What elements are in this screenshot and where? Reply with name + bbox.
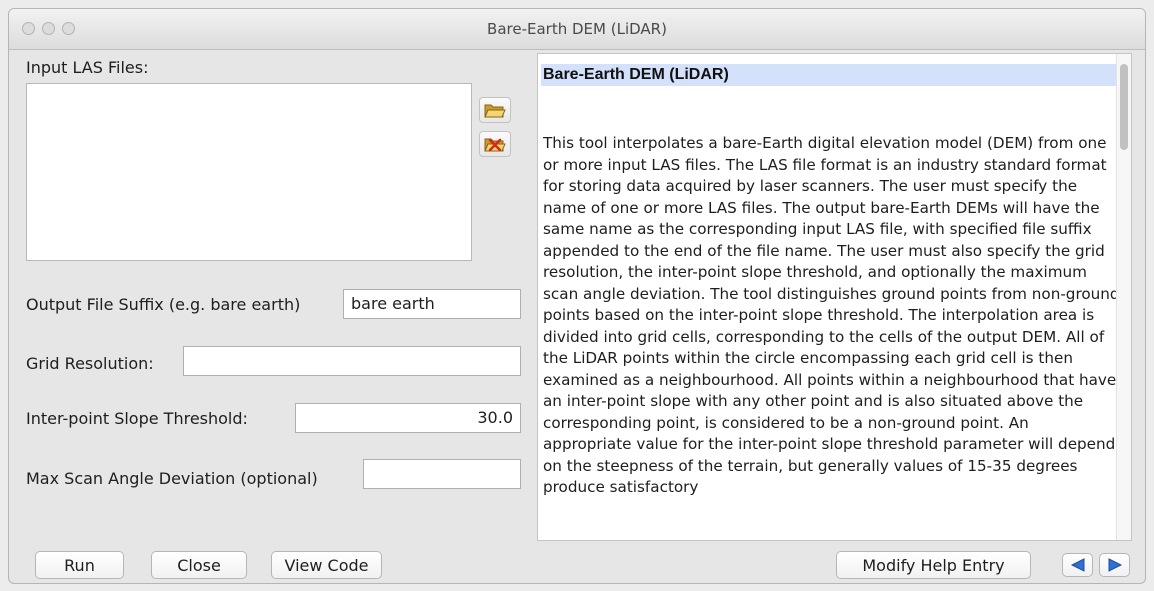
run-button[interactable]: Run bbox=[35, 551, 124, 579]
tool-dialog-window: Bare-Earth DEM (LiDAR) Input LAS Files: … bbox=[8, 8, 1146, 584]
arrow-left-icon bbox=[1070, 558, 1084, 572]
help-panel: Bare-Earth DEM (LiDAR) This tool interpo… bbox=[537, 53, 1132, 541]
slope-threshold-label: Inter-point Slope Threshold: bbox=[26, 409, 248, 428]
output-suffix-label: Output File Suffix (e.g. bare earth) bbox=[26, 295, 301, 314]
folder-remove-icon bbox=[484, 138, 506, 152]
output-suffix-field[interactable]: bare earth bbox=[343, 289, 521, 319]
scan-angle-field[interactable] bbox=[363, 459, 521, 489]
arrow-right-icon bbox=[1108, 558, 1122, 572]
next-help-button[interactable] bbox=[1099, 553, 1130, 577]
help-title: Bare-Earth DEM (LiDAR) bbox=[541, 64, 1126, 86]
input-las-files-list[interactable] bbox=[26, 83, 472, 261]
input-las-files-label: Input LAS Files: bbox=[26, 58, 149, 77]
grid-resolution-field[interactable] bbox=[183, 346, 521, 376]
help-scrollbar-thumb[interactable] bbox=[1120, 64, 1128, 150]
slope-threshold-field[interactable]: 30.0 bbox=[295, 403, 521, 433]
help-body-text: This tool interpolates a bare-Earth digi… bbox=[543, 134, 1120, 496]
previous-help-button[interactable] bbox=[1062, 553, 1093, 577]
close-button[interactable]: Close bbox=[151, 551, 247, 579]
remove-files-button[interactable] bbox=[479, 131, 511, 157]
grid-resolution-label: Grid Resolution: bbox=[26, 354, 154, 373]
title-bar[interactable]: Bare-Earth DEM (LiDAR) bbox=[9, 9, 1145, 50]
parameters-panel: Input LAS Files: Output File Suffix (e.g… bbox=[11, 53, 527, 541]
button-bar: Run Close View Code Modify Help Entry bbox=[9, 545, 1145, 583]
folder-open-icon bbox=[484, 104, 506, 118]
modify-help-entry-button[interactable]: Modify Help Entry bbox=[836, 551, 1031, 579]
help-scrollbar[interactable] bbox=[1116, 54, 1131, 540]
scan-angle-label: Max Scan Angle Deviation (optional) bbox=[26, 469, 318, 488]
view-code-button[interactable]: View Code bbox=[271, 551, 382, 579]
window-title: Bare-Earth DEM (LiDAR) bbox=[487, 20, 667, 38]
add-files-button[interactable] bbox=[479, 97, 511, 123]
